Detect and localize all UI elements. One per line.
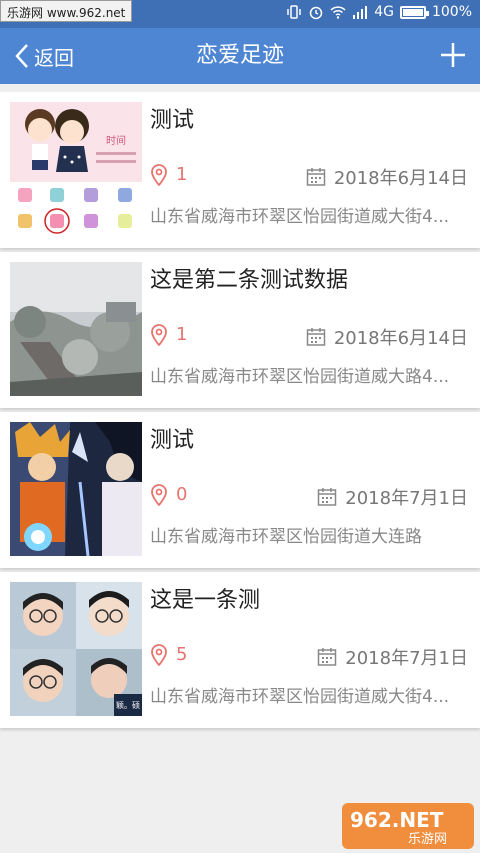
thumbnail-image: 时间 [10, 102, 142, 236]
status-bar: 乐游网 www.962.net 4G 100% [0, 0, 480, 28]
item-meta: 1 2018年6月14日 [150, 162, 468, 190]
calendar-icon [306, 168, 326, 186]
list-item[interactable]: 时间 测试 1 2018年6月14日 山东省威海市环翠区怡园街道威大街4... [0, 92, 480, 248]
item-address: 山东省威海市环翠区怡园街道威大街4... [150, 687, 450, 707]
item-title: 测试 [150, 428, 195, 453]
item-date: 2018年6月14日 [333, 328, 468, 349]
item-date: 2018年6月14日 [333, 168, 468, 189]
item-address: 山东省威海市环翠区怡园街道大连路 [150, 527, 422, 547]
location-pin-icon [151, 164, 167, 186]
item-meta: 1 2018年6月14日 [150, 322, 468, 350]
calendar-icon [318, 488, 337, 506]
item-meta: 0 2018年7月1日 [150, 482, 468, 510]
item-count: 1 [176, 164, 188, 185]
watermark-label: 乐游网 www.962.net [0, 0, 133, 22]
battery-percent: 100% [431, 4, 472, 20]
thumbnail-image [10, 262, 142, 396]
thumb-caption: 时间 [106, 134, 126, 147]
status-icons: 4G 100% [286, 4, 472, 20]
location-pin-icon [151, 484, 167, 506]
item-address: 山东省威海市环翠区怡园街道威大路4... [150, 367, 450, 387]
item-count: 1 [176, 324, 188, 345]
item-meta: 5 2018年7月1日 [150, 642, 468, 670]
list-item[interactable]: 测试 0 2018年7月1日 山东省威海市环翠区怡园街道大连路 [0, 412, 480, 568]
vibrate-icon [287, 5, 301, 19]
list-item[interactable]: 这是第二条测试数据 1 2018年6月14日 山东省威海市环翠区怡园街道威大路4… [0, 252, 480, 408]
item-date: 2018年7月1日 [345, 488, 468, 509]
calendar-icon [318, 648, 337, 666]
battery-icon [399, 5, 429, 19]
logo-text-2: 乐游网 [408, 832, 447, 847]
watermark-logo: 962.NET 乐游网 [342, 803, 474, 849]
alarm-icon [309, 6, 323, 20]
thumbnail-image: 颖。硕 [10, 582, 142, 716]
plus-icon[interactable] [438, 40, 468, 70]
item-count: 5 [176, 644, 188, 665]
item-count: 0 [176, 484, 188, 505]
page-title: 恋爱足迹 [195, 43, 284, 68]
location-pin-icon [151, 324, 167, 346]
wifi-icon [330, 6, 346, 19]
thumb-caption: 颖。硕 [116, 700, 140, 710]
network-type: 4G [374, 4, 394, 20]
list-item[interactable]: 颖。硕 这是一条测 5 2018年7月1日 山东省威海市环翠区怡园街道威大街4.… [0, 572, 480, 728]
signal-icon [353, 6, 368, 19]
nav-bar: 返回 恋爱足迹 [0, 28, 480, 84]
item-address: 山东省威海市环翠区怡园街道威大街4... [150, 207, 450, 227]
item-title: 测试 [150, 108, 195, 133]
item-date: 2018年7月1日 [345, 648, 468, 669]
thumbnail-image [10, 422, 142, 556]
logo-text-1: 962.NET [350, 808, 444, 832]
calendar-icon [306, 328, 326, 346]
item-title: 这是一条测 [150, 588, 261, 613]
item-title: 这是第二条测试数据 [150, 268, 349, 293]
location-pin-icon [151, 644, 167, 666]
